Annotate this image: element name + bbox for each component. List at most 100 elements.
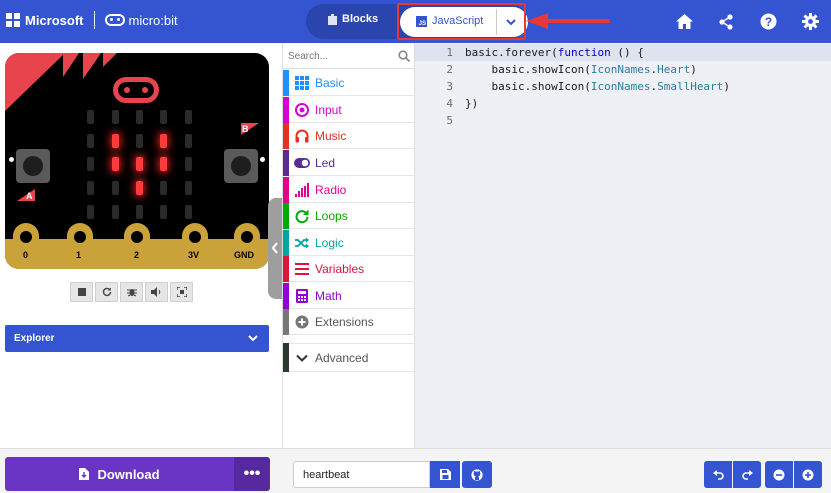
- download-file-icon: [79, 468, 90, 480]
- home-button[interactable]: [663, 0, 705, 43]
- led-0-4: [185, 110, 192, 124]
- search-icon[interactable]: [398, 50, 410, 62]
- undo-button[interactable]: [704, 461, 732, 488]
- undo-icon: [712, 469, 724, 480]
- led-2-1: [112, 157, 119, 171]
- home-icon: [675, 14, 693, 29]
- explorer-label: Explorer: [14, 333, 55, 344]
- search-input[interactable]: [288, 48, 393, 64]
- pin-3v[interactable]: [182, 223, 208, 269]
- debug-icon: [126, 289, 137, 297]
- zoom-out-button[interactable]: [765, 461, 793, 488]
- button-b[interactable]: [224, 149, 258, 183]
- code-line[interactable]: 1 basic.forever(function () {: [415, 44, 831, 61]
- led-0-0: [87, 110, 94, 124]
- microbit-logo-touch[interactable]: [113, 77, 159, 103]
- led-4-0: [87, 205, 94, 219]
- led-2-0: [87, 157, 94, 171]
- svg-text:?: ?: [764, 15, 771, 29]
- button-a[interactable]: [16, 149, 50, 183]
- restart-button[interactable]: [95, 282, 118, 302]
- toolbox-category-loops[interactable]: Loops: [283, 202, 416, 229]
- brand-divider: [93, 11, 95, 29]
- save-icon: [439, 469, 451, 480]
- code-editor[interactable]: 1 basic.forever(function () {2 basic.show…: [415, 43, 831, 448]
- mute-button[interactable]: [145, 282, 168, 302]
- led-4-2: [136, 205, 143, 219]
- led-4-3: [160, 205, 167, 219]
- line-number: 4: [446, 97, 453, 110]
- toolbox-category-variables[interactable]: Variables: [283, 255, 416, 282]
- led-1-2: [136, 134, 143, 148]
- pin-label-0: 0: [23, 250, 29, 260]
- code-line[interactable]: 2 basic.showIcon(IconNames.Heart): [415, 61, 831, 78]
- toolbox-category-input[interactable]: Input: [283, 96, 416, 123]
- category-label: Advanced: [315, 350, 369, 365]
- help-button[interactable]: ?: [747, 0, 789, 43]
- toolbox-category-logic[interactable]: Logic: [283, 229, 416, 256]
- led-3-0: [87, 181, 94, 195]
- pin-label-2: 2: [134, 250, 140, 260]
- toolbox-search: [283, 43, 416, 69]
- fullscreen-button[interactable]: [170, 282, 193, 302]
- github-button[interactable]: [462, 461, 492, 488]
- pin-1[interactable]: [67, 223, 93, 269]
- microbit-logo-icon: [104, 14, 125, 26]
- zoom-out-icon: [773, 469, 785, 480]
- simulator-panel: A B 0 1 2 3V GND Explorer: [0, 43, 282, 448]
- chevron-down-icon: [289, 351, 315, 365]
- save-button[interactable]: [430, 461, 460, 488]
- toolbox-category-math[interactable]: Math: [283, 282, 416, 309]
- headphones-icon: [289, 129, 315, 143]
- more-options-button[interactable]: •••: [234, 457, 270, 491]
- code-text: basic.showIcon(IconNames.Heart): [465, 63, 697, 76]
- toolbox-category-basic[interactable]: Basic: [283, 69, 416, 96]
- stop-button[interactable]: [70, 282, 93, 302]
- top-header: Microsoft micro:bit Blocks JS JavaScript: [0, 0, 831, 43]
- code-line[interactable]: 3 basic.showIcon(IconNames.SmallHeart): [415, 78, 831, 95]
- led-3-4: [185, 181, 192, 195]
- corner-decoration: [5, 53, 117, 111]
- brand-microbit: micro:bit: [128, 12, 178, 28]
- collapse-simulator-button[interactable]: [268, 198, 282, 299]
- redo-button[interactable]: [733, 461, 761, 488]
- pin-label-gnd: GND: [234, 250, 254, 260]
- led-0-2: [136, 110, 143, 124]
- stop-icon: [77, 288, 86, 296]
- pin-2[interactable]: [124, 223, 150, 269]
- pin-gnd[interactable]: [234, 223, 260, 269]
- code-text: }): [465, 97, 479, 110]
- fullscreen-icon: [176, 287, 187, 297]
- line-number: 2: [446, 63, 453, 76]
- toolbox-category-led[interactable]: Led: [283, 149, 416, 176]
- toolbox-category-music[interactable]: Music: [283, 122, 416, 149]
- toolbox-category-extensions[interactable]: Extensions: [283, 308, 416, 335]
- debug-button[interactable]: [120, 282, 143, 302]
- share-button[interactable]: [705, 0, 747, 43]
- button-a-label: A: [26, 191, 33, 201]
- side-dot-right: [260, 157, 265, 162]
- category-label: Math: [315, 288, 342, 303]
- code-text: basic.forever(function () {: [465, 46, 644, 59]
- category-label: Music: [315, 128, 347, 143]
- led-0-3: [160, 110, 167, 124]
- led-3-2: [136, 181, 143, 195]
- blocks-tab[interactable]: Blocks: [328, 13, 378, 25]
- toolbox-category-radio[interactable]: Radio: [283, 176, 416, 203]
- code-line[interactable]: 4}): [415, 95, 831, 112]
- led-4-4: [185, 205, 192, 219]
- target-icon: [289, 102, 315, 117]
- restart-icon: [102, 287, 111, 297]
- bottom-toolbar: Download •••: [0, 448, 831, 493]
- code-line[interactable]: 5: [415, 112, 831, 129]
- settings-button[interactable]: [789, 0, 831, 43]
- redo-icon: [741, 469, 753, 480]
- download-button[interactable]: Download: [5, 457, 234, 491]
- project-name-input[interactable]: [293, 461, 430, 488]
- explorer-panel[interactable]: Explorer: [5, 325, 269, 352]
- zoom-in-button[interactable]: [794, 461, 822, 488]
- toolbox-category-advanced[interactable]: Advanced: [283, 343, 416, 372]
- brand[interactable]: Microsoft micro:bit: [6, 11, 178, 29]
- calculator-icon: [289, 288, 315, 303]
- pin-0[interactable]: [13, 223, 39, 269]
